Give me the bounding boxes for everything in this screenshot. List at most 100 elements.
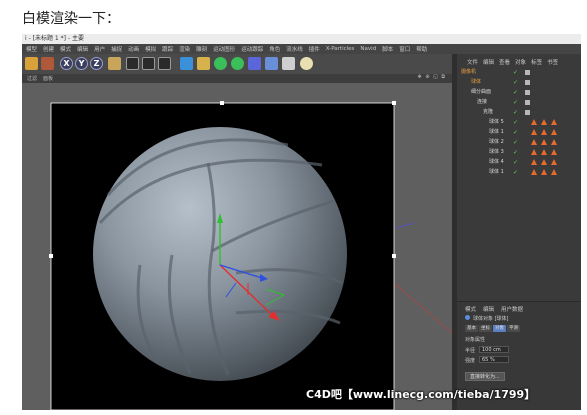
material-tag-icon[interactable]: [551, 119, 557, 125]
object-row-child[interactable]: 球体 1 ✓: [457, 168, 581, 177]
visible-check-icon[interactable]: ✓: [513, 168, 518, 177]
z-axis-lock-button[interactable]: Z: [90, 57, 103, 70]
menu-item[interactable]: 角色: [269, 45, 280, 53]
camera-icon[interactable]: [282, 57, 295, 70]
viewport[interactable]: [22, 83, 452, 410]
menu-item[interactable]: 编辑: [77, 45, 88, 53]
cube-icon[interactable]: [180, 57, 193, 70]
menu-item[interactable]: 脚本: [382, 45, 393, 53]
material-tag-icon[interactable]: [551, 139, 557, 145]
render-settings-icon[interactable]: [158, 57, 171, 70]
menu-item[interactable]: 流水线: [286, 45, 303, 53]
menu-item[interactable]: 雕刻: [196, 45, 207, 53]
menu-item[interactable]: 运动跟踪: [241, 45, 263, 53]
material-tag-icon[interactable]: [531, 169, 537, 175]
material-tag-icon[interactable]: [541, 169, 547, 175]
deformer-icon[interactable]: [248, 57, 261, 70]
material-tag-icon[interactable]: [541, 149, 547, 155]
om-menu-view[interactable]: 查看: [499, 58, 510, 66]
menu-item[interactable]: 模式: [60, 45, 71, 53]
visible-check-icon[interactable]: ✓: [513, 118, 518, 127]
material-tag-icon[interactable]: [531, 149, 537, 155]
attr-menu-userdata[interactable]: 用户数据: [501, 305, 523, 313]
material-tag-icon[interactable]: [541, 139, 547, 145]
render-view-icon[interactable]: [126, 57, 139, 70]
subtab-basic[interactable]: 基本: [465, 325, 478, 332]
undo-icon[interactable]: [25, 57, 38, 70]
visible-check-icon[interactable]: ✓: [513, 128, 518, 137]
object-row-cloner[interactable]: 克隆 ✓: [457, 108, 581, 117]
render-picture-viewer-icon[interactable]: [142, 57, 155, 70]
viewport-menu-filter[interactable]: 过滤: [27, 75, 37, 82]
material-tag-icon[interactable]: [531, 129, 537, 135]
region-handle[interactable]: [392, 101, 396, 105]
visible-check-icon[interactable]: ✓: [513, 148, 518, 157]
material-tag-icon[interactable]: [531, 139, 537, 145]
coordinate-system-icon[interactable]: [108, 57, 121, 70]
subtab-coord[interactable]: 坐标: [479, 325, 492, 332]
region-handle[interactable]: [220, 101, 224, 105]
x-axis-lock-button[interactable]: X: [60, 57, 73, 70]
menu-item[interactable]: Navid: [360, 46, 376, 52]
material-tag-icon[interactable]: [551, 169, 557, 175]
material-tag-icon[interactable]: [531, 119, 537, 125]
tag-icon[interactable]: [525, 80, 530, 85]
subdivision-icon[interactable]: [214, 57, 227, 70]
pen-icon[interactable]: [197, 57, 210, 70]
object-row-child[interactable]: 球体 1 ✓: [457, 128, 581, 137]
light-icon[interactable]: [300, 57, 313, 70]
array-icon[interactable]: [231, 57, 244, 70]
object-row-connect[interactable]: 连接 ✓: [457, 98, 581, 107]
floor-icon[interactable]: [265, 57, 278, 70]
tag-icon[interactable]: [525, 110, 530, 115]
tag-icon[interactable]: [525, 100, 530, 105]
menu-item[interactable]: 帮助: [416, 45, 427, 53]
visible-check-icon[interactable]: ✓: [513, 78, 518, 87]
menu-item[interactable]: X-Particles: [326, 46, 355, 52]
menu-item[interactable]: 创建: [43, 45, 54, 53]
material-tag-icon[interactable]: [541, 159, 547, 165]
viewport-menu-panel[interactable]: 面板: [43, 75, 53, 82]
visible-check-icon[interactable]: ✓: [513, 98, 518, 107]
material-tag-icon[interactable]: [531, 159, 537, 165]
menu-item[interactable]: 模型: [26, 45, 37, 53]
visible-check-icon[interactable]: ✓: [513, 138, 518, 147]
tag-icon[interactable]: [525, 70, 530, 75]
visible-check-icon[interactable]: ✓: [513, 68, 518, 77]
y-axis-lock-button[interactable]: Y: [75, 57, 88, 70]
material-tag-icon[interactable]: [551, 149, 557, 155]
object-row-child[interactable]: 球体 3 ✓: [457, 148, 581, 157]
material-tag-icon[interactable]: [541, 119, 547, 125]
attr-menu-mode[interactable]: 模式: [465, 305, 476, 313]
visible-check-icon[interactable]: ✓: [513, 158, 518, 167]
menu-item[interactable]: 跟踪: [162, 45, 173, 53]
attr-menu-edit[interactable]: 编辑: [483, 305, 494, 313]
region-handle[interactable]: [392, 254, 396, 258]
menu-item[interactable]: 渲染: [179, 45, 190, 53]
menu-item[interactable]: 窗口: [399, 45, 410, 53]
object-row-camera[interactable]: 摄像机 ✓: [457, 68, 581, 77]
visible-check-icon[interactable]: ✓: [513, 108, 518, 117]
visible-check-icon[interactable]: ✓: [513, 88, 518, 97]
object-row-child[interactable]: 球体 2 ✓: [457, 138, 581, 147]
om-menu-object[interactable]: 对象: [515, 58, 526, 66]
material-tag-icon[interactable]: [541, 129, 547, 135]
subtab-phong[interactable]: 平滑: [507, 325, 520, 332]
radius-field[interactable]: 100 cm: [479, 346, 509, 353]
om-menu-bookmarks[interactable]: 书签: [547, 58, 558, 66]
menu-item[interactable]: 插件: [309, 45, 320, 53]
object-row-child[interactable]: 球体 4 ✓: [457, 158, 581, 167]
subtab-object[interactable]: 对象: [493, 325, 506, 332]
convert-button[interactable]: 直接转化为...: [465, 372, 505, 381]
strength-field[interactable]: 65 %: [479, 356, 509, 363]
menu-item[interactable]: 捕捉: [111, 45, 122, 53]
tag-icon[interactable]: [525, 90, 530, 95]
object-row-child[interactable]: 球体 5 ✓: [457, 118, 581, 127]
region-handle[interactable]: [49, 254, 53, 258]
om-menu-edit[interactable]: 编辑: [483, 58, 494, 66]
object-row-subdivision[interactable]: 细分曲面 ✓: [457, 88, 581, 97]
menu-item[interactable]: 模拟: [145, 45, 156, 53]
viewport-nav-icons[interactable]: ✥ ⊕ ◱ ⧉: [418, 74, 446, 80]
menu-item[interactable]: 用户: [94, 45, 105, 53]
om-menu-file[interactable]: 文件: [467, 58, 478, 66]
